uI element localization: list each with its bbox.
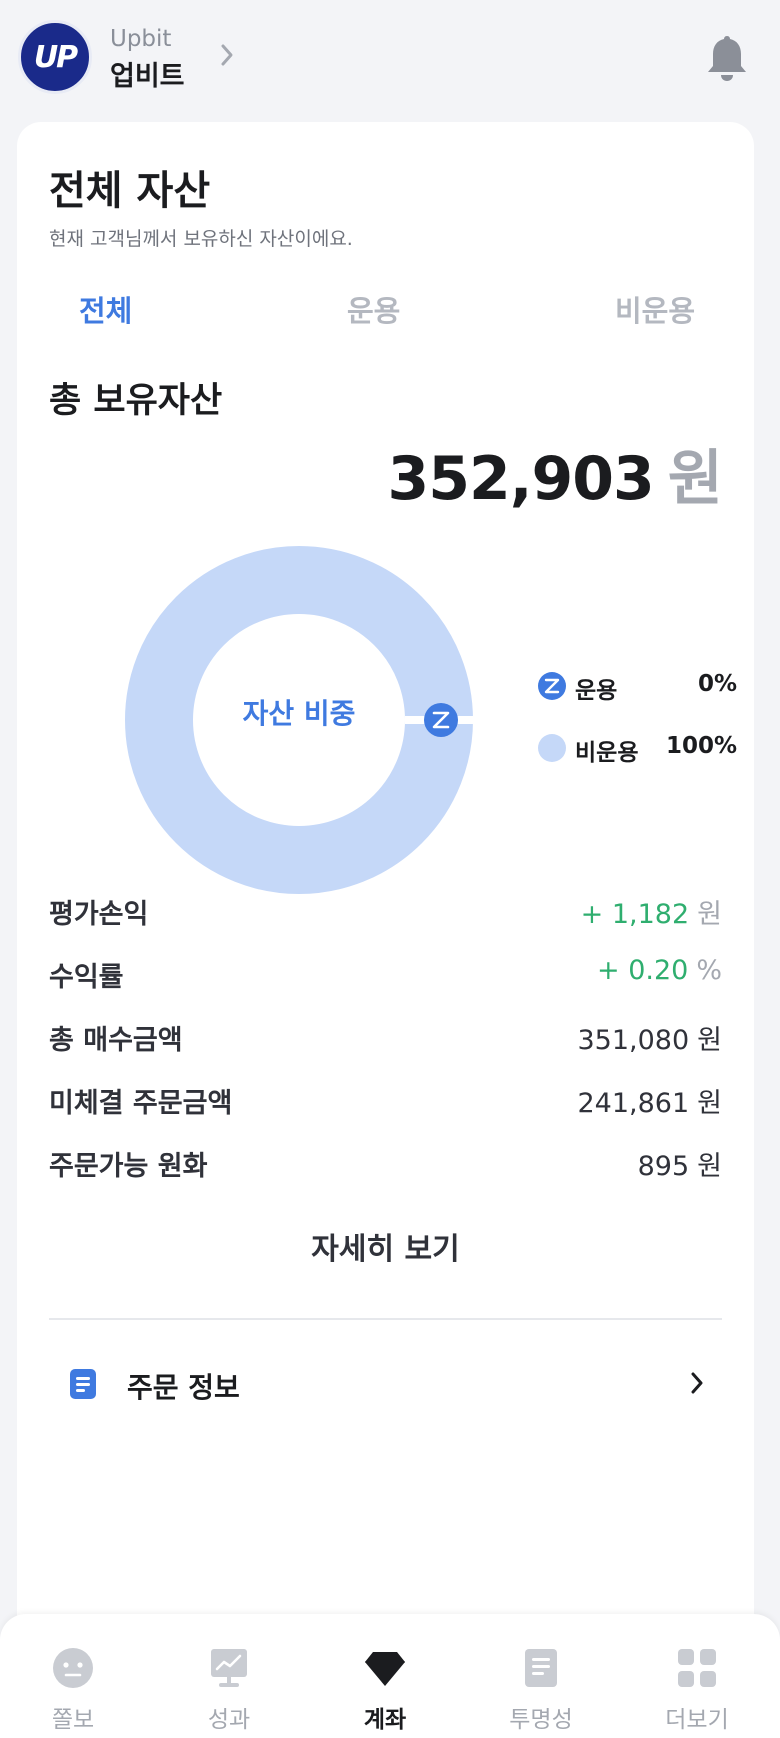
- logo-text: UP: [33, 39, 78, 75]
- nav-label: 투명성: [509, 1707, 573, 1733]
- tab-all[interactable]: 전체: [79, 288, 132, 330]
- page-title: 전체 자산: [49, 168, 211, 214]
- nav-item-more[interactable]: 더보기: [619, 1614, 775, 1738]
- diamond-icon: [365, 1652, 405, 1686]
- legend-item-operating: 운용 0%: [537, 668, 737, 704]
- stat-unit: 원: [697, 899, 722, 930]
- stat-row-orderable-krw: 주문가능 원화 895 원: [49, 1144, 722, 1184]
- legend-operating-percent: 0%: [697, 671, 737, 697]
- divider: [49, 1318, 722, 1320]
- stat-unit: %: [696, 955, 722, 986]
- order-info-row[interactable]: 주문 정보: [49, 1354, 722, 1414]
- bottom-navigation: 쫄보 성과 계좌 투명성 더보기: [0, 1614, 780, 1738]
- stat-label: 주문가능 원화: [49, 1151, 208, 1182]
- stat-row-pending-orders: 미체결 주문금액 241,861 원: [49, 1081, 722, 1121]
- stat-row-return-rate: 수익률 + 0.20%: [49, 955, 722, 995]
- face-icon: [53, 1648, 93, 1688]
- stat-value: 351,080 원: [578, 1018, 723, 1057]
- tab-operating[interactable]: 운용: [347, 288, 400, 330]
- total-assets-card: 전체 자산 현재 고객님께서 보유하신 자산이에요. 전체 운용 비운용 총 보…: [17, 122, 754, 1642]
- brand-english-name[interactable]: Upbit: [110, 26, 171, 52]
- nav-label: 성과: [207, 1707, 251, 1733]
- stat-value: + 0.20%: [597, 955, 722, 986]
- view-details-button[interactable]: 자세히 보기: [49, 1220, 722, 1280]
- total-holdings-amount: 352,903: [387, 444, 655, 514]
- legend-operating-icon: [538, 672, 566, 700]
- nav-label: 쫄보: [51, 1707, 95, 1733]
- stat-number: 351,080: [577, 1025, 690, 1056]
- legend-non-operating-dot: [538, 734, 566, 762]
- stat-unit: 원: [697, 1088, 722, 1119]
- nav-label: 더보기: [665, 1707, 729, 1733]
- document-icon: [525, 1649, 557, 1687]
- total-holdings-value: 352,903 원: [387, 430, 723, 517]
- stat-number: 895: [637, 1151, 690, 1182]
- header: UP Upbit 업비트: [0, 0, 780, 118]
- stat-value: + 1,182 원: [581, 892, 722, 931]
- nav-item-jjolbo[interactable]: 쫄보: [0, 1614, 151, 1738]
- stat-value: 241,861 원: [578, 1081, 723, 1120]
- stat-number: 241,861: [577, 1088, 690, 1119]
- total-holdings-unit: 원: [667, 444, 723, 514]
- stat-value: 895 원: [638, 1144, 722, 1183]
- upbit-logo[interactable]: UP: [18, 20, 92, 94]
- stat-label: 수익률: [49, 962, 124, 993]
- bell-icon[interactable]: [706, 34, 748, 82]
- legend-non-operating-name: 비운용: [575, 740, 639, 766]
- brand-korean-name[interactable]: 업비트: [110, 54, 185, 93]
- nav-item-performance[interactable]: 성과: [151, 1614, 307, 1738]
- legend-item-non-operating: 비운용 100%: [537, 730, 737, 766]
- chevron-right-icon[interactable]: [214, 42, 240, 68]
- order-info-label: 주문 정보: [127, 1371, 240, 1404]
- nav-item-account[interactable]: 계좌: [307, 1614, 463, 1738]
- stat-unit: 원: [697, 1025, 722, 1056]
- document-icon: [70, 1369, 96, 1399]
- stat-row-total-purchase: 총 매수금액 351,080 원: [49, 1018, 722, 1058]
- nav-item-transparency[interactable]: 투명성: [463, 1614, 619, 1738]
- stat-row-unrealized-pnl: 평가손익 + 1,182 원: [49, 892, 722, 932]
- grid-icon: [678, 1649, 716, 1687]
- tab-non-operating[interactable]: 비운용: [615, 288, 695, 330]
- legend-non-operating-percent: 100%: [665, 733, 737, 759]
- donut-center-label: 자산 비중: [242, 697, 356, 730]
- stat-label: 총 매수금액: [49, 1025, 183, 1056]
- nav-label: 계좌: [363, 1707, 407, 1733]
- chart-board-icon: [211, 1649, 247, 1687]
- page-subtitle: 현재 고객님께서 보유하신 자산이에요.: [49, 228, 353, 250]
- stat-number: + 1,182: [580, 899, 690, 930]
- legend-operating-name: 운용: [575, 678, 618, 704]
- total-holdings-label: 총 보유자산: [49, 381, 223, 421]
- stat-unit: 원: [697, 1151, 722, 1182]
- stat-label: 평가손익: [49, 899, 149, 930]
- chevron-right-icon: [691, 1372, 703, 1394]
- stat-number: + 0.20: [597, 955, 689, 986]
- stat-label: 미체결 주문금액: [49, 1088, 233, 1119]
